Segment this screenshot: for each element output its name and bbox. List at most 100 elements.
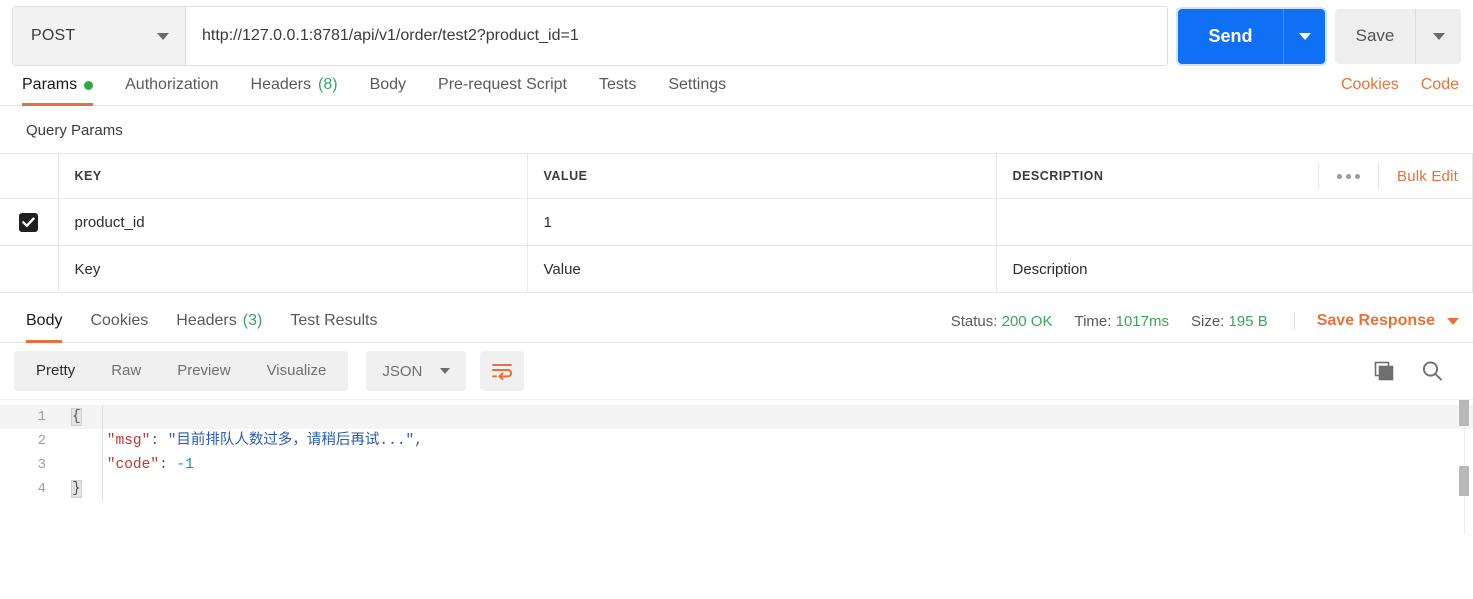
postman-request-response-pane: POST http://127.0.0.1:8781/api/v1/order/… [0, 0, 1473, 599]
search-icon [1422, 361, 1442, 381]
json-number: -1 [176, 457, 194, 473]
tab-body[interactable]: Body [354, 76, 422, 105]
code-line: 2 "msg": "目前排队人数过多，请稍后再试...", [0, 429, 1473, 453]
request-tab-bar-links: Cookies Code [1341, 76, 1459, 105]
response-view-mode-group: Pretty Raw Preview Visualize [14, 351, 349, 391]
url-bar: POST http://127.0.0.1:8781/api/v1/order/… [0, 0, 1473, 66]
new-row-value-input[interactable]: Value [527, 245, 997, 293]
table-header-actions: Bulk Edit [1318, 163, 1458, 189]
column-header-key: KEY [58, 153, 528, 199]
response-format-select[interactable]: JSON [366, 351, 467, 391]
json-key: "code" [72, 457, 160, 473]
url-input[interactable]: http://127.0.0.1:8781/api/v1/order/test2… [186, 7, 1167, 65]
new-row-enabled-cell [0, 245, 59, 293]
json-colon: : [159, 457, 177, 473]
line-content: "code": -1 [72, 453, 194, 477]
response-body-viewer[interactable]: 1 { 2 "msg": "目前排队人数过多，请稍后再试...", 3 "cod… [0, 399, 1473, 534]
tab-headers-count: (8) [318, 76, 338, 93]
view-mode-visualize[interactable]: Visualize [249, 351, 345, 391]
table-row: Key Value Description [0, 245, 1473, 293]
tab-pre-request-script-label: Pre-request Script [438, 76, 567, 93]
code-line: 3 "code": -1 [0, 453, 1473, 477]
line-number: 4 [37, 481, 46, 497]
line-number: 3 [37, 457, 46, 473]
tab-settings[interactable]: Settings [652, 76, 742, 105]
scrollbar-thumb-secondary[interactable] [1459, 466, 1469, 496]
response-toolbar-actions [1371, 358, 1459, 384]
response-size-value: 195 B [1228, 312, 1268, 330]
response-tab-cookies-label: Cookies [90, 312, 149, 329]
row-description-input[interactable] [996, 198, 1473, 246]
send-button-group: Send [1178, 8, 1325, 64]
query-params-title: Query Params [26, 122, 123, 139]
more-options-icon[interactable] [1318, 163, 1379, 189]
cookies-link[interactable]: Cookies [1341, 76, 1399, 94]
chevron-down-icon [1447, 317, 1459, 325]
save-button[interactable]: Save [1335, 8, 1415, 64]
line-number: 1 [37, 409, 46, 425]
code-link[interactable]: Code [1421, 76, 1459, 94]
line-content: "msg": "目前排队人数过多，请稍后再试...", [72, 429, 423, 453]
tab-authorization[interactable]: Authorization [109, 76, 234, 105]
tab-params-label: Params [22, 76, 78, 93]
view-mode-pretty[interactable]: Pretty [18, 351, 93, 391]
wrap-lines-button[interactable] [480, 351, 525, 391]
row-enabled-cell [0, 198, 59, 246]
response-time-label: Time: [1074, 312, 1112, 330]
response-status-value: 200 OK [1001, 312, 1053, 330]
select-all-header [0, 153, 59, 199]
bulk-edit-button[interactable]: Bulk Edit [1379, 168, 1458, 185]
json-key: "msg" [72, 433, 151, 449]
wrap-lines-icon [492, 364, 513, 380]
response-tab-cookies[interactable]: Cookies [76, 312, 162, 342]
save-options-button[interactable] [1415, 8, 1461, 64]
json-comma: , [414, 433, 423, 449]
query-params-table: KEY VALUE DESCRIPTION Bulk Edit product_… [0, 153, 1473, 293]
table-header-row: KEY VALUE DESCRIPTION Bulk Edit [0, 153, 1473, 199]
column-header-description: DESCRIPTION Bulk Edit [996, 153, 1473, 199]
response-tab-test-results[interactable]: Test Results [276, 312, 391, 342]
response-body-scrollbar[interactable] [1459, 400, 1469, 534]
copy-button[interactable] [1371, 358, 1397, 384]
response-tab-bar: Body Cookies Headers (3) Test Results St… [0, 293, 1473, 343]
chevron-down-icon [157, 32, 169, 40]
params-modified-dot-icon [84, 80, 94, 90]
http-method-select[interactable]: POST [13, 7, 186, 65]
column-header-value: VALUE [527, 153, 997, 199]
new-row-key-input[interactable]: Key [58, 245, 528, 293]
view-mode-raw[interactable]: Raw [93, 351, 159, 391]
tab-tests-label: Tests [598, 76, 637, 93]
response-tab-test-results-label: Test Results [290, 312, 378, 329]
response-tab-body[interactable]: Body [12, 312, 76, 343]
line-content: } [71, 480, 82, 498]
url-value: http://127.0.0.1:8781/api/v1/order/test2… [202, 27, 579, 44]
save-button-group: Save [1335, 8, 1461, 64]
table-row: product_id 1 [0, 198, 1473, 246]
row-key-input[interactable]: product_id [58, 198, 528, 246]
response-tab-headers[interactable]: Headers (3) [162, 312, 276, 342]
new-row-description-input[interactable]: Description [996, 245, 1473, 293]
tab-tests[interactable]: Tests [583, 76, 652, 105]
response-size: Size: 195 B [1191, 313, 1268, 330]
tab-body-label: Body [369, 76, 407, 93]
tab-params[interactable]: Params [22, 76, 109, 106]
response-time: Time: 1017ms [1074, 313, 1169, 330]
response-format-label: JSON [382, 362, 423, 380]
search-button[interactable] [1419, 358, 1445, 384]
scrollbar-thumb[interactable] [1459, 400, 1469, 426]
send-options-button[interactable] [1283, 8, 1325, 64]
response-meta: Status: 200 OK Time: 1017ms Size: 195 B … [951, 312, 1459, 342]
column-header-description-label: DESCRIPTION [1012, 169, 1104, 183]
response-tab-headers-label: Headers [176, 312, 237, 329]
line-content: { [71, 408, 82, 426]
query-params-table-head: KEY VALUE DESCRIPTION Bulk Edit [0, 153, 1473, 199]
response-tab-headers-count: (3) [242, 312, 263, 329]
tab-pre-request-script[interactable]: Pre-request Script [422, 76, 583, 105]
tab-headers[interactable]: Headers (8) [235, 76, 354, 105]
save-response-button[interactable]: Save Response [1293, 312, 1459, 330]
send-button[interactable]: Send [1178, 8, 1283, 64]
view-mode-preview[interactable]: Preview [159, 351, 248, 391]
response-status: Status: 200 OK [951, 313, 1053, 330]
row-checkbox[interactable] [19, 212, 39, 232]
row-value-input[interactable]: 1 [527, 198, 997, 246]
